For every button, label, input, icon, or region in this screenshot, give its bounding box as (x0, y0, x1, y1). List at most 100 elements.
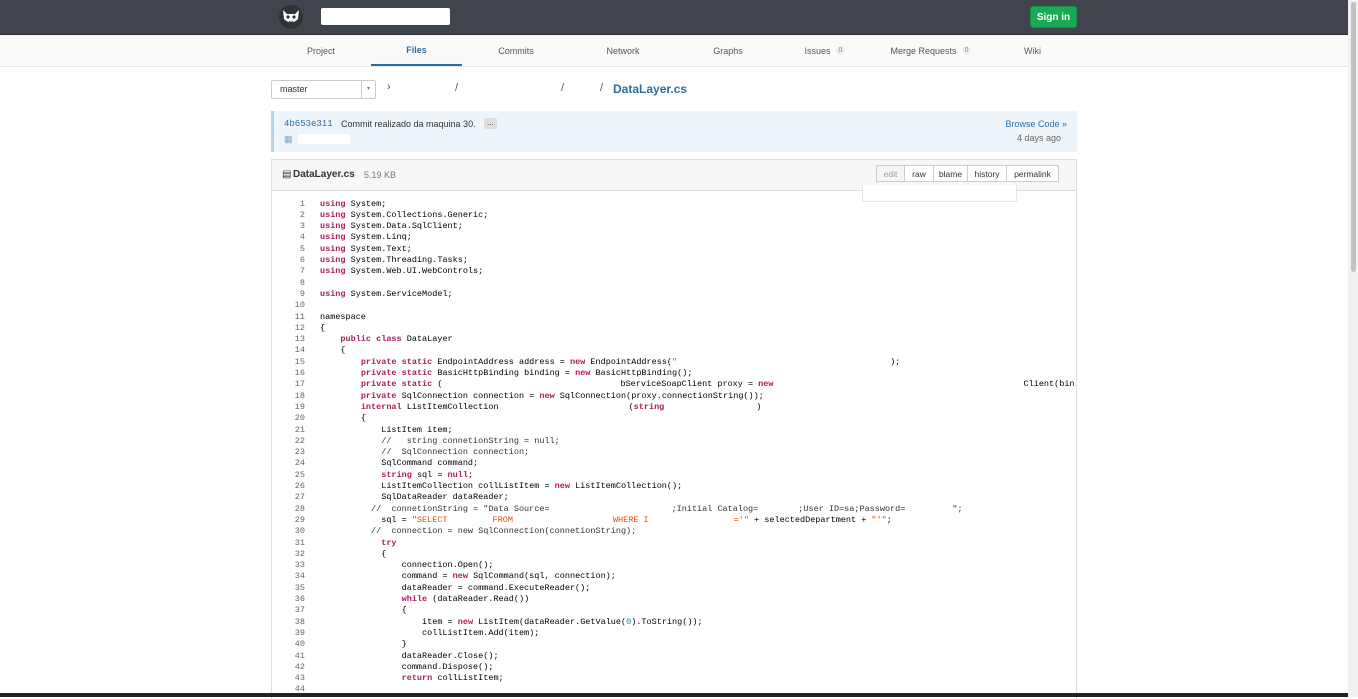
line-number: 38 (294, 616, 305, 627)
line-number: 30 (294, 526, 305, 537)
breadcrumb-separator: / (600, 82, 604, 94)
line-number: 31 (294, 537, 305, 548)
code-line: { (401, 605, 407, 616)
line-number: 26 (294, 481, 305, 491)
code-line: ListItemCollection collListItem = new Li… (381, 481, 683, 491)
breadcrumb-separator: / (561, 82, 565, 94)
tab-merge-requests-label: Merge Requests (890, 45, 957, 56)
line-number: 39 (294, 627, 305, 638)
code-line: item = new ListItem(dataReader.GetValue(… (422, 616, 703, 627)
code-line: return collListItem; (401, 673, 504, 684)
code-line: string sql = null; (381, 469, 474, 480)
code-line: using System.Text; (320, 243, 412, 254)
raw-button[interactable]: raw (904, 165, 934, 182)
line-number: 24 (294, 458, 305, 469)
branch-select[interactable]: master ▾ (271, 80, 376, 99)
tab-commits[interactable]: Commits (476, 35, 556, 66)
line-number: 34 (294, 571, 305, 582)
commit-sha-link[interactable]: 4b653e311 (284, 119, 333, 129)
code-line: namespace (320, 311, 366, 322)
commit-time: 4 days ago (1016, 133, 1061, 143)
code-line: using System.ServiceModel; (320, 288, 453, 299)
line-number: 28 (294, 503, 305, 514)
commit-message: Commit realizado da maquina 30. (341, 119, 476, 129)
code-line: try (381, 537, 397, 548)
line-number: 36 (294, 594, 305, 604)
permalink-button[interactable]: permalink (1006, 165, 1059, 182)
top-navbar: Sign in (0, 0, 1358, 35)
code-line: internal ListItemCollection (string) (360, 401, 762, 412)
tab-graphs[interactable]: Graphs (688, 35, 768, 66)
file-name: DataLayer.cs (293, 169, 355, 180)
tab-merge-requests[interactable]: Merge Requests 0 (875, 35, 987, 66)
code-line: connection.Open(); (401, 560, 494, 571)
code-line: // string connetionString = null; (381, 435, 560, 446)
line-number: 43 (294, 673, 305, 684)
breadcrumb-separator: › (387, 81, 391, 93)
code-line: } (401, 639, 407, 650)
line-number: 12 (294, 322, 305, 333)
tab-files[interactable]: Files (371, 35, 462, 66)
blame-button[interactable]: blame (933, 165, 968, 182)
commit-expand-button[interactable]: ... (484, 118, 497, 129)
tab-files-label: Files (406, 44, 427, 55)
file-actions: edit raw blame history permalink (876, 165, 1059, 182)
line-number: 3 (299, 221, 305, 232)
code-line: public class DataLayer (340, 334, 453, 345)
line-number: 13 (294, 334, 305, 345)
tab-project[interactable]: Project (282, 35, 360, 66)
code-line: { (381, 548, 387, 559)
gitlab-logo-icon[interactable] (278, 4, 304, 30)
last-commit-box: 4b653e311 Commit realizado da maquina 30… (271, 111, 1077, 152)
sign-in-button[interactable]: Sign in (1030, 6, 1077, 28)
code-line: command = new SqlCommand(sql, connection… (401, 571, 616, 582)
code-line: ListItem item; (381, 424, 453, 435)
line-number: 25 (294, 469, 305, 480)
code-line: private static BasicHttpBinding binding … (360, 368, 693, 378)
code-line: private static (bServiceSoapClient proxy… (360, 379, 1075, 390)
history-button[interactable]: history (967, 165, 1007, 182)
line-number: 33 (294, 560, 305, 571)
merge-requests-count-badge: 0 (961, 46, 972, 55)
code-line: using System.Collections.Generic; (320, 209, 489, 220)
code-line: using System.Linq; (320, 232, 412, 243)
tab-network[interactable]: Network (583, 35, 663, 66)
line-number: 7 (299, 266, 305, 277)
line-number: 23 (294, 447, 305, 458)
code-line: command.Dispose(); (401, 661, 494, 672)
line-number: 5 (299, 243, 305, 254)
tab-issues[interactable]: Issues 0 (790, 35, 860, 66)
dropdown-overlay (862, 185, 1017, 202)
code-line: collListItem.Add(item); (422, 627, 540, 638)
line-number: 21 (294, 424, 305, 435)
line-number: 15 (294, 356, 305, 367)
code-line: using System.Threading.Tasks; (320, 255, 468, 265)
breadcrumb-file[interactable]: DataLayer.cs (613, 82, 687, 96)
tab-wiki[interactable]: Wiki (1005, 35, 1060, 66)
line-number: 27 (294, 492, 305, 503)
scrollbar-thumb[interactable] (1351, 2, 1356, 272)
line-number: 29 (294, 514, 305, 525)
bottom-edge (0, 693, 1348, 697)
code-line: { (320, 345, 346, 356)
file-viewer: ▤ DataLayer.cs 5.19 KB edit raw blame hi… (271, 159, 1077, 699)
code-line: SqlDataReader dataReader; (381, 492, 509, 503)
browse-code-link[interactable]: Browse Code » (1005, 119, 1067, 129)
edit-button[interactable]: edit (876, 165, 905, 182)
tab-issues-label: Issues (804, 45, 831, 56)
code-line: // SqlConnection connection; (381, 447, 530, 458)
file-icon: ▤ (282, 169, 292, 180)
chevron-down-icon: ▾ (361, 81, 375, 98)
line-number: 6 (299, 255, 305, 265)
line-number: 10 (294, 300, 305, 311)
line-number: 20 (294, 413, 305, 424)
line-number: 17 (294, 379, 305, 390)
breadcrumb-separator: / (455, 82, 459, 94)
code-line: // connetionString = "Data Source= ;Initi… (371, 503, 963, 514)
issues-count-badge: 0 (835, 46, 846, 55)
branch-select-value: master (280, 84, 308, 94)
search-input[interactable] (321, 8, 450, 25)
line-number: 2 (299, 209, 305, 220)
code-line: using System; (320, 198, 387, 209)
code-line: dataReader.Close(); (401, 650, 499, 661)
